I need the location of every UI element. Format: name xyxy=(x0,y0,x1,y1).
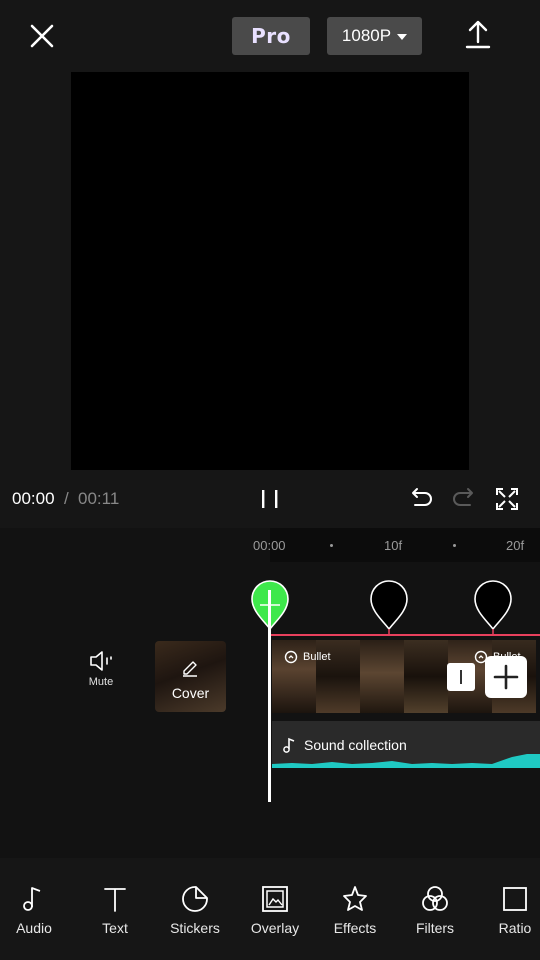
ruler-tick xyxy=(330,544,333,547)
pro-button[interactable]: Pro xyxy=(232,17,310,55)
ruler-label-10f: 10f xyxy=(384,538,403,553)
music-note-icon xyxy=(23,887,41,911)
cover-button[interactable]: Cover xyxy=(155,641,226,712)
tool-label: Effects xyxy=(333,920,377,936)
effects-star-icon xyxy=(343,886,367,911)
text-icon xyxy=(104,888,126,912)
clip-frame xyxy=(360,640,404,713)
time-separator: / xyxy=(64,489,69,508)
effect-label: Bullet xyxy=(303,651,331,663)
plus-icon xyxy=(493,664,519,690)
video-track-border xyxy=(270,634,540,636)
export-button[interactable] xyxy=(462,18,494,52)
resolution-dropdown[interactable]: 1080P xyxy=(327,17,422,55)
tool-label: Stickers xyxy=(170,920,220,936)
tool-stickers[interactable]: Stickers xyxy=(160,884,230,936)
pause-icon xyxy=(262,490,278,508)
redo-button[interactable] xyxy=(451,486,477,512)
total-time: 00:11 xyxy=(78,489,120,508)
close-icon xyxy=(30,24,54,48)
tool-ratio[interactable]: Ratio xyxy=(480,884,540,936)
speaker-icon xyxy=(90,651,112,671)
filters-icon xyxy=(422,886,448,911)
tool-overlay[interactable]: Overlay xyxy=(240,884,310,936)
sticker-icon xyxy=(182,886,208,912)
add-clip-button[interactable] xyxy=(485,656,527,698)
split-icon xyxy=(460,670,462,684)
pause-button[interactable] xyxy=(258,486,282,512)
current-time: 00:00 xyxy=(12,489,55,508)
playhead[interactable] xyxy=(268,590,271,802)
tool-text[interactable]: Text xyxy=(80,884,150,936)
tool-label: Text xyxy=(102,920,128,936)
tool-label: Audio xyxy=(16,920,52,936)
undo-button[interactable] xyxy=(408,486,434,512)
mute-label: Mute xyxy=(88,676,114,688)
fullscreen-icon xyxy=(496,488,518,510)
split-button[interactable] xyxy=(447,663,475,691)
tool-label: Filters xyxy=(415,920,455,936)
clip-frame xyxy=(404,640,448,713)
audio-track[interactable]: Sound collection xyxy=(272,721,540,768)
upload-icon xyxy=(465,20,491,49)
close-button[interactable] xyxy=(24,18,60,54)
video-preview[interactable] xyxy=(71,72,469,470)
edit-pencil-icon xyxy=(183,661,197,677)
ruler-tick xyxy=(453,544,456,547)
effect-tag: Bullet xyxy=(284,650,331,664)
effect-badge-icon xyxy=(284,650,298,664)
ratio-icon xyxy=(503,887,527,911)
tool-label: Overlay xyxy=(250,920,300,936)
pro-label: Pro xyxy=(251,24,291,48)
cover-label: Cover xyxy=(171,685,210,701)
tool-audio[interactable]: Audio xyxy=(0,884,69,936)
tool-filters[interactable]: Filters xyxy=(400,884,470,936)
keyframe-pin[interactable] xyxy=(369,579,409,635)
tool-label: Ratio xyxy=(498,920,532,936)
ruler-label-20f: 20f xyxy=(506,538,525,553)
undo-icon xyxy=(412,488,432,506)
fullscreen-button[interactable] xyxy=(494,486,520,512)
overlay-icon xyxy=(262,886,288,912)
chevron-down-icon xyxy=(397,34,408,40)
audio-waveform xyxy=(272,754,540,768)
keyframe-pin[interactable] xyxy=(473,579,513,635)
redo-icon xyxy=(453,488,473,506)
resolution-label: 1080P xyxy=(341,26,392,45)
tool-effects[interactable]: Effects xyxy=(320,884,390,936)
timeline-ruler[interactable] xyxy=(270,528,540,562)
ruler-label-start: 00:00 xyxy=(253,538,286,553)
mute-button[interactable]: Mute xyxy=(76,650,126,700)
